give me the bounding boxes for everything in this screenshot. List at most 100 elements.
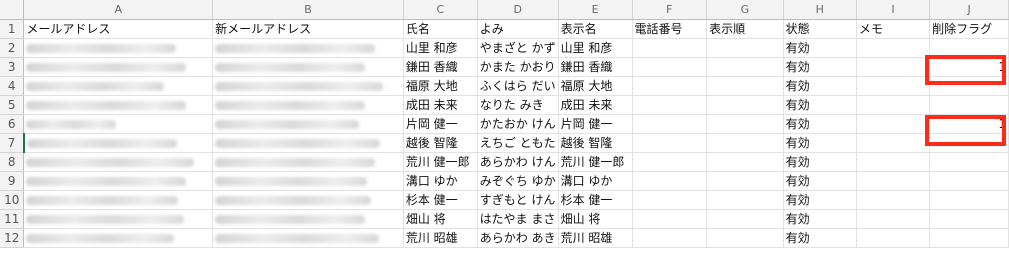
column-header-a[interactable]: A [23,0,214,20]
yomi-cell[interactable]: かたおか けん [477,114,559,134]
new-email-cell-redacted[interactable] [212,38,404,58]
status-cell[interactable]: 有効 [783,228,857,248]
status-cell[interactable]: 有効 [783,38,857,58]
column-header-e[interactable]: E [558,0,633,20]
yomi-cell[interactable]: すぎもと けん [477,190,559,210]
delete-flag-cell[interactable] [929,209,1009,229]
status-cell[interactable]: 有効 [783,114,857,134]
select-all-corner[interactable] [0,0,25,20]
column-header-g[interactable]: G [706,0,784,20]
order-cell[interactable] [706,171,784,191]
cell[interactable]: 氏名 [403,19,478,39]
display-name-cell[interactable]: 杉本 健一 [558,190,633,210]
email-cell-redacted[interactable] [23,228,214,248]
order-cell[interactable] [706,38,784,58]
memo-cell[interactable] [856,209,931,229]
status-cell[interactable]: 有効 [783,152,857,172]
name-cell[interactable]: 山里 和彦 [403,38,478,58]
yomi-cell[interactable]: あらかわ あき [477,228,559,248]
name-cell[interactable]: 杉本 健一 [403,190,478,210]
phone-cell[interactable] [632,190,708,210]
name-cell[interactable]: 荒川 昭雄 [403,228,478,248]
display-name-cell[interactable]: 越後 智隆 [558,133,633,153]
yomi-cell[interactable]: えちご ともた [477,133,559,153]
row-number[interactable]: 10 [0,190,25,210]
new-email-cell-redacted[interactable] [212,228,404,248]
row-number[interactable]: 6 [0,114,25,134]
column-header-h[interactable]: H [783,0,857,20]
display-name-cell[interactable]: 荒川 昭雄 [558,228,633,248]
memo-cell[interactable] [856,133,931,153]
email-cell-redacted[interactable] [23,171,214,191]
cell[interactable]: 表示順 [706,19,784,39]
yomi-cell[interactable]: ふくはら だい [477,76,559,96]
name-cell[interactable]: 越後 智隆 [403,133,478,153]
email-cell-redacted[interactable] [23,209,214,229]
column-header-b[interactable]: B [212,0,404,20]
display-name-cell[interactable]: 山里 和彦 [558,38,633,58]
phone-cell[interactable] [632,57,708,77]
display-name-cell[interactable]: 鎌田 香織 [558,57,633,77]
order-cell[interactable] [706,133,784,153]
yomi-cell[interactable]: かまた かおり [477,57,559,77]
row-number[interactable]: 3 [0,57,25,77]
display-name-cell[interactable]: 荒川 健一郎 [558,152,633,172]
status-cell[interactable]: 有効 [783,209,857,229]
status-cell[interactable]: 有効 [783,190,857,210]
name-cell[interactable]: 鎌田 香織 [403,57,478,77]
display-name-cell[interactable]: 片岡 健一 [558,114,633,134]
cell[interactable]: 状態 [783,19,857,39]
delete-flag-cell[interactable] [929,152,1009,172]
yomi-cell[interactable]: あらかわ けん [477,152,559,172]
memo-cell[interactable] [856,95,931,115]
new-email-cell-redacted[interactable] [212,76,404,96]
new-email-cell-redacted[interactable] [212,95,404,115]
new-email-cell-redacted[interactable] [212,171,404,191]
email-cell-redacted[interactable] [23,152,214,172]
order-cell[interactable] [706,209,784,229]
row-number[interactable]: 8 [0,152,25,172]
status-cell[interactable]: 有効 [783,133,857,153]
email-cell-redacted[interactable] [23,190,214,210]
memo-cell[interactable] [856,76,931,96]
status-cell[interactable]: 有効 [783,76,857,96]
row-number[interactable]: 11 [0,209,25,229]
column-header-j[interactable]: J [929,0,1009,20]
memo-cell[interactable] [856,152,931,172]
display-name-cell[interactable]: 溝口 ゆか [558,171,633,191]
cell[interactable]: 削除フラグ [929,19,1009,39]
status-cell[interactable]: 有効 [783,171,857,191]
cell[interactable]: 表示名 [558,19,633,39]
display-name-cell[interactable]: 福原 大地 [558,76,633,96]
memo-cell[interactable] [856,190,931,210]
phone-cell[interactable] [632,133,708,153]
yomi-cell[interactable]: なりた みき [477,95,559,115]
new-email-cell-redacted[interactable] [212,133,404,153]
yomi-cell[interactable]: やまざと かず [477,38,559,58]
delete-flag-cell[interactable] [929,190,1009,210]
memo-cell[interactable] [856,228,931,248]
email-cell-redacted[interactable] [23,57,214,77]
name-cell[interactable]: 成田 未来 [403,95,478,115]
yomi-cell[interactable]: はたやま まさ [477,209,559,229]
row-number[interactable]: 2 [0,38,25,58]
new-email-cell-redacted[interactable] [212,57,404,77]
phone-cell[interactable] [632,171,708,191]
order-cell[interactable] [706,228,784,248]
cell[interactable]: メールアドレス [23,19,214,39]
column-header-f[interactable]: F [632,0,708,20]
email-cell-redacted[interactable] [23,95,214,115]
column-header-d[interactable]: D [477,0,559,20]
phone-cell[interactable] [632,114,708,134]
order-cell[interactable] [706,57,784,77]
name-cell[interactable]: 福原 大地 [403,76,478,96]
order-cell[interactable] [706,190,784,210]
yomi-cell[interactable]: みぞぐち ゆか [477,171,559,191]
name-cell[interactable]: 畑山 将 [403,209,478,229]
row-number[interactable]: 12 [0,228,25,248]
display-name-cell[interactable]: 成田 未来 [558,95,633,115]
email-cell-redacted[interactable] [23,76,214,96]
cell[interactable]: よみ [477,19,559,39]
delete-flag-cell[interactable] [929,171,1009,191]
name-cell[interactable]: 溝口 ゆか [403,171,478,191]
